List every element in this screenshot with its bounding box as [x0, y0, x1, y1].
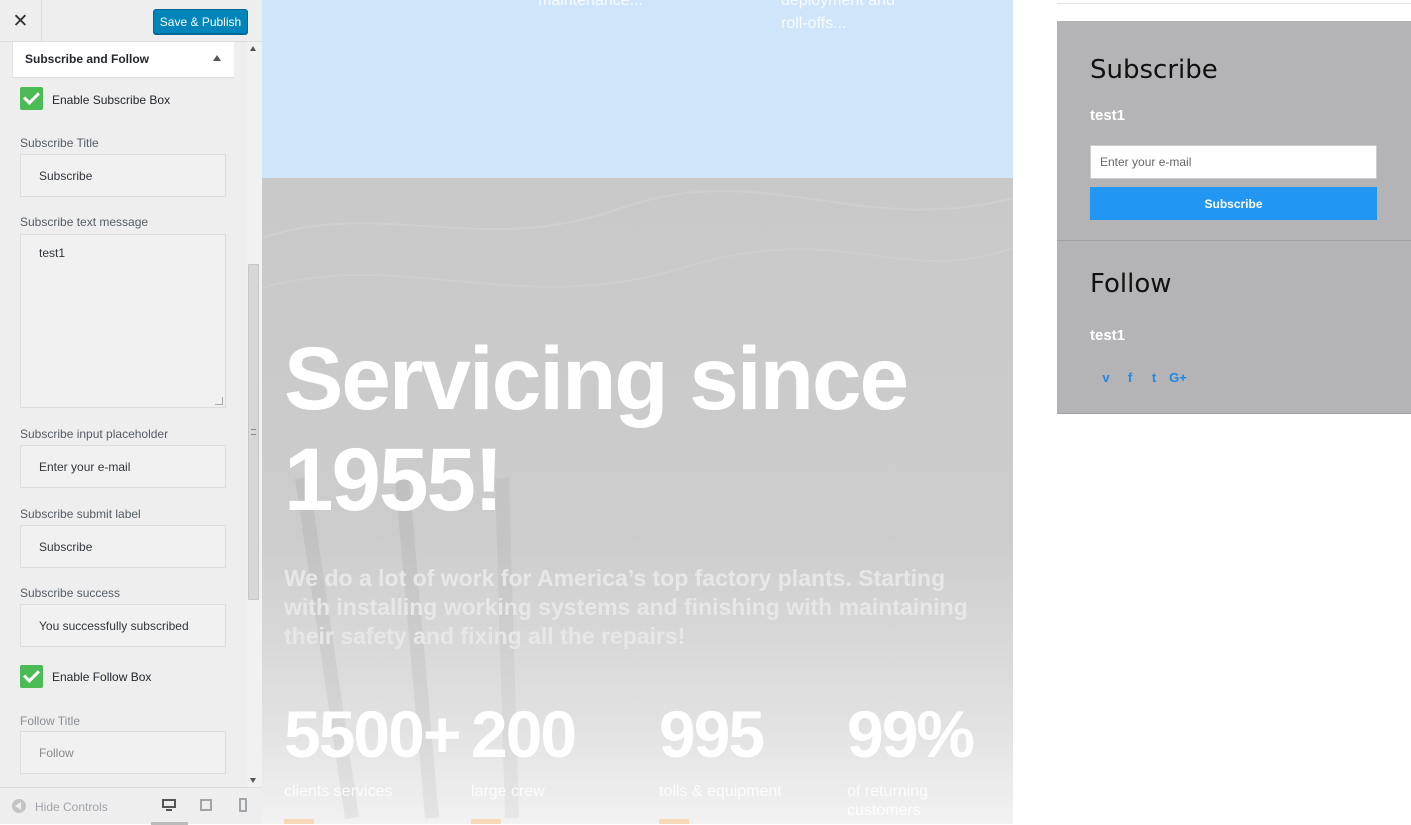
- services-strip: maintenance... deployment and roll-offs.…: [262, 0, 1013, 178]
- submit-label-input[interactable]: Subscribe: [20, 525, 226, 568]
- stat-item: 995 tolls & equipment: [659, 698, 782, 801]
- section-title: Subscribe and Follow: [25, 52, 150, 66]
- scroll-down-icon[interactable]: [250, 778, 256, 783]
- hero-title: Servicing since 1955!: [284, 328, 984, 530]
- mobile-preview-icon[interactable]: [236, 797, 252, 813]
- stat-label: tolls & equipment: [659, 783, 782, 800]
- stat-value: 5500+: [284, 697, 461, 771]
- scroll-thumb[interactable]: [248, 264, 259, 600]
- stat-label: of returning customers: [847, 783, 928, 819]
- widget-divider: [1057, 0, 1411, 4]
- section-header[interactable]: Subscribe and Follow: [12, 42, 234, 78]
- subscribe-title-input[interactable]: Subscribe: [20, 154, 226, 197]
- follow-widget-text: test1: [1090, 327, 1126, 344]
- service-snippet: roll-offs...: [781, 15, 847, 32]
- hero-title-line: Servicing since: [284, 328, 909, 428]
- enable-follow-checkbox[interactable]: [20, 665, 43, 688]
- subscribe-title-label: Subscribe Title: [20, 136, 99, 150]
- customizer-header: ✕ Save & Publish: [0, 0, 262, 42]
- stat-label: large crew: [471, 783, 545, 800]
- follow-widget: Follow test1 v f t G+: [1057, 241, 1411, 414]
- customizer-sidebar: ✕ Save & Publish Subscribe and Follow En…: [0, 0, 262, 825]
- desktop-preview-icon[interactable]: [161, 797, 177, 813]
- subscribe-button[interactable]: Subscribe: [1090, 187, 1377, 220]
- customizer-footer: Hide Controls: [0, 787, 262, 825]
- subscribe-widget-text: test1: [1090, 107, 1126, 124]
- subscribe-email-input[interactable]: Enter your e-mail: [1090, 145, 1377, 179]
- service-snippet: deployment and: [781, 0, 895, 9]
- follow-title-label: Follow Title: [20, 714, 81, 728]
- collapse-left-icon[interactable]: [12, 799, 26, 813]
- stat-accent-bar: [284, 819, 314, 824]
- tablet-preview-icon[interactable]: [199, 797, 215, 813]
- hero-title-line: 1955!: [284, 429, 504, 529]
- customizer-panel: Subscribe and Follow Enable Subscribe Bo…: [0, 42, 246, 787]
- scroll-up-icon[interactable]: [250, 46, 256, 51]
- stat-accent-bar: [659, 819, 689, 824]
- hide-controls-button[interactable]: Hide Controls: [35, 800, 108, 814]
- follow-widget-title: Follow: [1090, 269, 1172, 299]
- placeholder-label: Subscribe input placeholder: [20, 427, 169, 441]
- success-input[interactable]: You successfully subscribed: [20, 604, 226, 647]
- submit-label-label: Subscribe submit label: [20, 507, 141, 521]
- panel-scrollbar[interactable]: [246, 42, 262, 787]
- stat-label: clients services: [284, 783, 393, 800]
- hero-description: We do a lot of work for America’s top fa…: [284, 565, 968, 649]
- google-plus-icon[interactable]: G+: [1166, 369, 1190, 385]
- stat-accent-bar: [471, 819, 501, 824]
- vimeo-icon[interactable]: v: [1094, 369, 1118, 385]
- subscribe-widget-title: Subscribe: [1090, 55, 1218, 85]
- social-links: v f t G+: [1094, 369, 1190, 385]
- hero-section: Servicing since 1955! We do a lot of wor…: [262, 178, 1013, 824]
- scroll-grip-icon: [251, 429, 256, 435]
- service-snippet: maintenance...: [538, 0, 643, 9]
- enable-follow-label: Enable Follow Box: [52, 670, 152, 684]
- facebook-icon[interactable]: f: [1118, 369, 1142, 385]
- enable-subscribe-label: Enable Subscribe Box: [52, 93, 171, 107]
- resize-handle-icon[interactable]: [215, 397, 223, 405]
- save-publish-button[interactable]: Save & Publish: [153, 9, 248, 34]
- follow-title-input[interactable]: Follow: [20, 731, 226, 774]
- subscribe-text-textarea[interactable]: test1: [20, 234, 226, 408]
- enable-subscribe-checkbox[interactable]: [20, 87, 43, 110]
- site-preview: maintenance... deployment and roll-offs.…: [262, 0, 1411, 824]
- subscribe-widget: Subscribe test1 Enter your e-mail Subscr…: [1057, 21, 1411, 241]
- stat-value: 200: [471, 697, 577, 771]
- stat-value: 995: [659, 697, 765, 771]
- placeholder-input[interactable]: Enter your e-mail: [20, 445, 226, 488]
- twitter-icon[interactable]: t: [1142, 369, 1166, 385]
- success-label: Subscribe success: [20, 586, 121, 600]
- stat-value: 99%: [847, 697, 975, 771]
- stat-item: 5500+ clients services: [284, 697, 461, 801]
- collapse-arrow-icon[interactable]: [213, 55, 221, 61]
- close-icon[interactable]: ✕: [0, 0, 42, 42]
- stat-item: 200 large crew: [471, 697, 577, 801]
- subscribe-text-label: Subscribe text message: [20, 215, 149, 229]
- subscribe-text-value: test1: [39, 246, 66, 260]
- stat-item: 99% of returning customers: [847, 698, 987, 820]
